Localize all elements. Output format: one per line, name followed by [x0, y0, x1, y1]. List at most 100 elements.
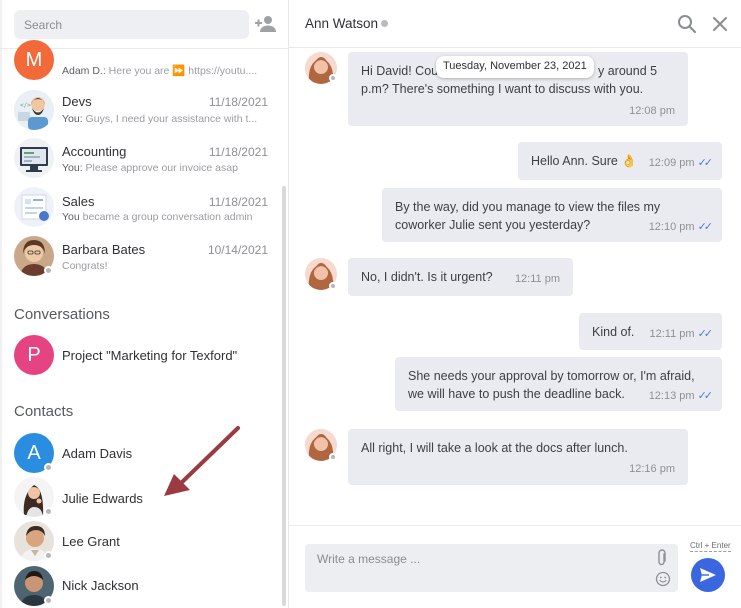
conversation-item[interactable]: P Project "Marketing for Texford"	[0, 334, 280, 382]
contact-name: Adam Davis	[62, 446, 133, 461]
chat-list-panel: M Adam D.: Here you are ⏩ https://youtu.…	[0, 0, 289, 608]
chat-date: 11/18/2021	[208, 195, 268, 209]
preview-text: Here you are ⏩ https://youtu....	[105, 65, 258, 77]
send-shortcut-hint[interactable]: Ctrl + Enter	[690, 541, 731, 552]
message-text: p.m? There's something I want to discuss…	[361, 82, 644, 96]
chat-preview: Congrats!	[62, 260, 262, 272]
preview-sender: Adam D.:	[62, 65, 106, 77]
paperclip-icon[interactable]	[655, 549, 669, 567]
chat-date: 11/18/2021	[208, 145, 268, 159]
chat-list-item-sales[interactable]: Sales 11/18/2021 You became a group conv…	[0, 186, 280, 234]
chat-name: Sales	[62, 194, 95, 209]
chat-name: Devs	[62, 94, 92, 109]
chat-list-item[interactable]: M Adam D.: Here you are ⏩ https://youtu.…	[0, 40, 280, 88]
chat-preview: You: Please approve our invoice asap	[62, 162, 262, 174]
status-offline-dot	[44, 551, 53, 560]
composer-divider	[289, 525, 741, 526]
preview-text: Please approve our invoice asap	[82, 162, 238, 174]
message-time: 12:09 pm	[648, 157, 695, 169]
svg-text:</>: </>	[20, 102, 31, 109]
search-input[interactable]	[14, 10, 249, 39]
contact-item-nick-jackson[interactable]: Nick Jackson	[0, 564, 280, 608]
message-text: By the way, did you manage to view the f…	[395, 200, 661, 214]
message-text: Hi David! Cou	[361, 64, 439, 78]
preview-sender: You:	[62, 113, 83, 125]
close-icon[interactable]	[709, 13, 731, 35]
message-text: Kind of.	[592, 325, 635, 339]
chat-preview: You became a group conversation admin	[62, 211, 262, 223]
status-offline-dot	[44, 463, 53, 472]
avatar-letter: M	[25, 48, 43, 71]
annotation-arrow-icon	[164, 426, 240, 496]
emoji-icon[interactable]	[655, 571, 671, 587]
contacts-heading: Contacts	[14, 403, 74, 420]
message-text: All right, I will take a look at the doc…	[361, 441, 628, 455]
search-icon[interactable]	[676, 13, 698, 35]
conversation-header: Ann Watson	[289, 0, 741, 48]
conversations-heading: Conversations	[14, 306, 110, 323]
message-bubble-incoming: No, I didn't. Is it urgent? 12:11 pm	[348, 258, 573, 296]
chat-list-item-accounting[interactable]: Accounting 11/18/2021 You: Please approv…	[0, 136, 280, 184]
message-time: 12:10 pm	[648, 221, 695, 233]
preview-sender: You	[62, 211, 80, 223]
preview-text: became a group conversation admin	[79, 211, 253, 223]
status-offline-dot	[44, 266, 53, 275]
avatar	[14, 138, 54, 178]
add-contact-icon[interactable]	[254, 13, 278, 35]
message-bubble-incoming: All right, I will take a look at the doc…	[348, 429, 688, 485]
contact-name: Lee Grant	[62, 534, 120, 549]
message-bubble-outgoing: Hello Ann. Sure 👌 12:09 pm ✓✓	[518, 142, 722, 180]
message-time: 12:11 pm	[514, 273, 560, 285]
message-text: She needs your approval by tomorrow or, …	[408, 369, 695, 383]
message-text: we will have to push the deadline back.	[408, 387, 625, 401]
avatar: </>	[14, 90, 54, 130]
status-offline-dot	[381, 20, 388, 27]
chat-date: 10/14/2021	[207, 243, 268, 257]
avatar: M	[14, 40, 54, 80]
avatar	[14, 187, 54, 227]
chat-name: Barbara Bates	[62, 242, 146, 257]
chat-list-item-devs[interactable]: </> Devs 11/18/2021 You: Guys, I need yo…	[0, 86, 280, 134]
status-offline-dot	[329, 74, 337, 82]
status-offline-dot	[329, 453, 337, 461]
avatar: P	[14, 335, 54, 375]
chat-list-item-barbara-bates[interactable]: Barbara Bates 10/14/2021 Congrats!	[0, 235, 280, 283]
avatar-letter: A	[27, 441, 41, 464]
message-time: 12:16 pm	[629, 463, 675, 475]
avatar-letter: P	[27, 343, 41, 366]
status-offline-dot	[44, 596, 53, 605]
message-bubble-outgoing: Kind of. 12:11 pm ✓✓	[579, 313, 722, 350]
sidebar-scrollbar[interactable]	[282, 186, 286, 606]
message-text: No, I didn't. Is it urgent?	[361, 270, 493, 284]
chat-date: 11/18/2021	[208, 95, 268, 109]
status-offline-dot	[329, 282, 337, 290]
message-text-continued: y around 5	[598, 64, 658, 78]
message-text: Hello Ann. Sure 👌	[531, 154, 637, 168]
conversation-title: Ann Watson	[305, 16, 379, 31]
status-offline-dot	[44, 507, 53, 516]
conversation-panel: Ann Watson Hi David! Cou y around 5 p.m?…	[289, 0, 741, 608]
preview-text: Guys, I need your assistance with t...	[82, 113, 258, 125]
read-receipt-icon: ✓✓	[697, 157, 714, 169]
chat-preview: You: Guys, I need your assistance with t…	[62, 113, 262, 125]
contact-name: Nick Jackson	[62, 578, 139, 593]
message-time: 12:08 pm	[629, 105, 675, 117]
contact-name: Julie Edwards	[62, 491, 143, 506]
message-list[interactable]: Hi David! Cou y around 5 p.m? There's so…	[289, 48, 741, 525]
send-icon	[700, 568, 716, 582]
contact-item-lee-grant[interactable]: Lee Grant	[0, 520, 280, 568]
chat-preview: Adam D.: Here you are ⏩ https://youtu...…	[62, 64, 262, 77]
message-bubble-outgoing: By the way, did you manage to view the f…	[382, 188, 722, 242]
message-bubble-outgoing: She needs your approval by tomorrow or, …	[395, 357, 722, 411]
preview-text: Congrats!	[62, 260, 108, 272]
message-text: coworker Julie sent you yesterday?	[395, 218, 591, 232]
message-time: 12:11 pm	[649, 328, 695, 340]
message-input[interactable]	[305, 544, 678, 592]
read-receipt-icon: ✓✓	[697, 328, 714, 340]
date-divider: Tuesday, November 23, 2021	[436, 56, 594, 78]
send-button[interactable]	[691, 558, 725, 592]
preview-sender: You:	[62, 162, 83, 174]
chat-name: Accounting	[62, 144, 127, 159]
read-receipt-icon: ✓✓	[697, 390, 714, 402]
conversation-name: Project "Marketing for Texford"	[62, 348, 238, 363]
